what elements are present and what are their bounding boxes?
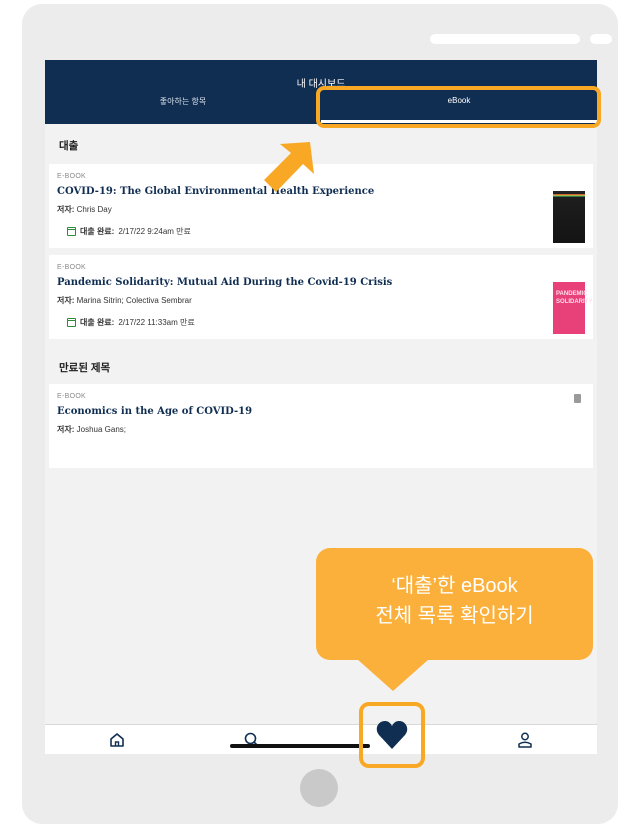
loan-status: 대출 완료: 2/17/22 9:24am 만료: [67, 226, 191, 237]
expired-card[interactable]: E-BOOK Economics in the Age of COVID-19 …: [49, 384, 593, 468]
tablet-camera-bar: [430, 34, 580, 44]
author-label: 저자:: [57, 205, 75, 214]
heart-icon[interactable]: [376, 720, 408, 750]
item-type: E-BOOK: [57, 264, 87, 271]
loan-status-label: 대출 완료:: [80, 318, 115, 327]
tooltip-pointer: [357, 659, 429, 691]
calendar-check-icon: [67, 318, 76, 327]
author-label: 저자:: [57, 296, 75, 305]
book-title[interactable]: Pandemic Solidarity: Mutual Aid During t…: [57, 277, 392, 288]
item-type: E-BOOK: [57, 393, 87, 400]
calendar-check-icon: [67, 227, 76, 236]
tooltip-line-1: ‘대출’한 eBook: [391, 575, 518, 597]
book-title[interactable]: Economics in the Age of COVID-19: [57, 406, 252, 417]
instruction-tooltip: ‘대출’한 eBook 전체 목록 확인하기: [316, 548, 593, 660]
bottom-tab-bar: [45, 724, 597, 754]
tablet-camera-dot: [590, 34, 612, 44]
expired-section-title: 만료된 제목: [59, 362, 111, 374]
nav-home[interactable]: [105, 729, 129, 751]
author-label: 저자:: [57, 425, 75, 434]
loan-card[interactable]: E-BOOK Pandemic Solidarity: Mutual Aid D…: [49, 255, 593, 339]
tab-favorites[interactable]: 좋아하는 항목: [45, 96, 321, 107]
loan-status-label: 대출 완료:: [80, 227, 115, 236]
home-indicator: [230, 744, 370, 748]
cover-text: PANDEMIC SOLIDARITY: [556, 291, 593, 305]
book-cover[interactable]: PANDEMIC SOLIDARITY: [553, 282, 592, 334]
heart-nav-highlight[interactable]: [359, 702, 425, 768]
tooltip-line-2: 전체 목록 확인하기: [375, 605, 534, 627]
tablet-home-button[interactable]: [300, 769, 338, 807]
arrow-icon: [264, 142, 314, 192]
book-author: 저자: Joshua Gans;: [57, 424, 126, 435]
book-title[interactable]: COVID-19: The Global Environmental Healt…: [57, 186, 374, 197]
author-name: Marina Sitrin; Colectiva Sembrar: [76, 296, 192, 305]
home-icon: [110, 733, 124, 747]
loan-card[interactable]: E-BOOK COVID-19: The Global Environmenta…: [49, 164, 593, 248]
nav-profile[interactable]: [513, 729, 537, 751]
book-cover[interactable]: [553, 191, 585, 243]
item-type: E-BOOK: [57, 173, 87, 180]
book-author: 저자: Chris Day: [57, 204, 112, 215]
loan-status-value: 2/17/22 9:24am 만료: [118, 227, 191, 236]
profile-icon: [518, 732, 532, 748]
loans-section-title: 대출: [59, 140, 79, 152]
loan-status-value: 2/17/22 11:33am 만료: [118, 318, 195, 327]
loan-status: 대출 완료: 2/17/22 11:33am 만료: [67, 317, 195, 328]
author-name: Chris Day: [76, 205, 112, 214]
trash-icon[interactable]: [574, 394, 581, 403]
book-author: 저자: Marina Sitrin; Colectiva Sembrar: [57, 295, 192, 306]
author-name: Joshua Gans;: [76, 425, 126, 434]
ebook-tab-highlight: [316, 86, 601, 128]
